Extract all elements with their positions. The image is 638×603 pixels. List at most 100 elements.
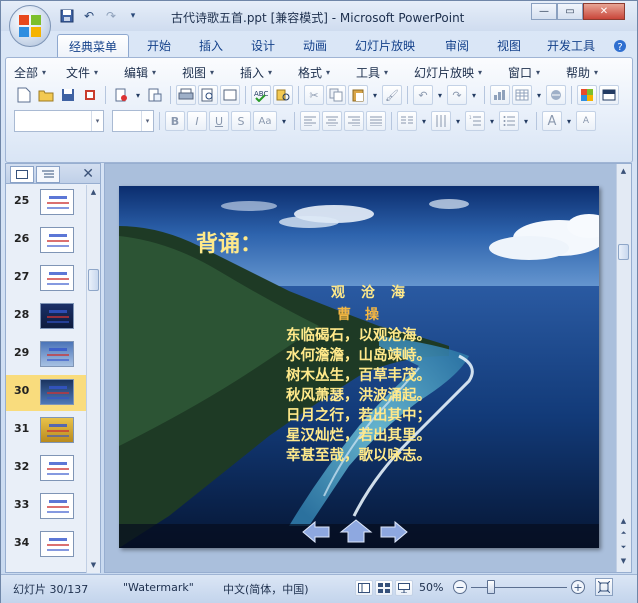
text-direction-icon[interactable] — [431, 111, 451, 131]
slide-thumbnail-item[interactable]: 32 — [6, 451, 86, 487]
shadow-button[interactable]: S — [231, 111, 251, 131]
slide-design-icon[interactable] — [599, 85, 619, 105]
align-center-icon[interactable] — [322, 111, 342, 131]
slide-thumbnail-item[interactable]: 33 — [6, 489, 86, 525]
slide-thumbnail-item[interactable]: 29 — [6, 337, 86, 373]
menu-help[interactable]: 帮助 ▾ — [566, 62, 612, 82]
print-preview-icon[interactable] — [145, 85, 165, 105]
font-name-combo[interactable]: ▾ — [14, 110, 104, 132]
undo-icon[interactable]: ↶ — [413, 85, 433, 105]
scroll-down-icon[interactable]: ▼ — [88, 559, 99, 571]
scroll-thumb[interactable] — [88, 269, 99, 291]
slide-sorter-icon[interactable] — [375, 580, 393, 596]
redo-icon[interactable]: ↷ — [447, 85, 467, 105]
fit-to-window-icon[interactable] — [595, 578, 613, 596]
permission-icon[interactable] — [80, 85, 100, 105]
slide-thumbnail-item[interactable]: 28 — [6, 299, 86, 335]
zoom-slider-thumb[interactable] — [487, 580, 495, 594]
numbering-icon[interactable]: 1 — [465, 111, 485, 131]
dropdown-icon[interactable]: ▾ — [534, 85, 544, 105]
dropdown-icon[interactable]: ▾ — [370, 85, 380, 105]
print-icon[interactable] — [176, 85, 196, 105]
menu-edit[interactable]: 编辑 ▾ — [124, 62, 182, 82]
zoom-slider-track[interactable] — [471, 587, 567, 588]
slideshow-view-icon[interactable] — [395, 580, 413, 596]
slides-tab-icon[interactable] — [10, 166, 34, 183]
tab-developer[interactable]: 开发工具 — [539, 34, 603, 57]
bullets-icon[interactable] — [499, 111, 519, 131]
paste-icon[interactable] — [348, 85, 368, 105]
open-folder-icon[interactable] — [36, 85, 56, 105]
slide-thumbnail[interactable] — [40, 341, 74, 367]
menu-window[interactable]: 窗口 ▾ — [508, 62, 566, 82]
justify-icon[interactable] — [366, 111, 386, 131]
hyperlink-icon[interactable] — [546, 85, 566, 105]
dropdown-icon[interactable]: ▾ — [453, 111, 463, 131]
dropdown-icon[interactable]: ▾ — [521, 111, 531, 131]
tab-animations[interactable]: 动画 — [295, 34, 335, 57]
table-icon[interactable] — [512, 85, 532, 105]
previous-arrow-icon[interactable] — [302, 520, 330, 544]
font-size-increase-button[interactable]: A — [576, 111, 596, 131]
slide-icon[interactable] — [220, 85, 240, 105]
menu-tools[interactable]: 工具 ▾ — [356, 62, 414, 82]
slide-thumbnail[interactable] — [40, 493, 74, 519]
font-color-button[interactable]: A — [542, 111, 562, 131]
menu-all[interactable]: 全部 ▾ — [14, 62, 66, 82]
slide-thumbnail[interactable] — [40, 531, 74, 557]
slide-vertical-scrollbar[interactable]: ▲ ▲ ⏶ ⏷ ▼ — [616, 164, 631, 572]
chart-icon[interactable] — [490, 85, 510, 105]
slide-thumbnail[interactable] — [40, 265, 74, 291]
save-icon[interactable] — [58, 85, 78, 105]
align-left-icon[interactable] — [300, 111, 320, 131]
change-case-button[interactable]: Aa — [253, 111, 277, 131]
slide-thumbnail[interactable] — [40, 227, 74, 253]
align-right-icon[interactable] — [344, 111, 364, 131]
tab-insert[interactable]: 插入 — [191, 34, 231, 57]
home-arrow-icon[interactable] — [339, 519, 373, 543]
email-icon[interactable] — [111, 85, 131, 105]
close-button[interactable]: ✕ — [583, 3, 625, 20]
maximize-button[interactable]: ▭ — [557, 3, 583, 20]
tab-view[interactable]: 视图 — [489, 34, 529, 57]
slide-thumbnail-item[interactable]: 31 — [6, 413, 86, 449]
menu-insert[interactable]: 插入 ▾ — [240, 62, 298, 82]
next-slide-icon[interactable]: ⏷ — [618, 542, 629, 552]
language-indicator[interactable]: 中文(简体，中国) — [223, 581, 309, 597]
tab-review[interactable]: 审阅 — [437, 34, 477, 57]
previous-slide-icon[interactable]: ⏶ — [618, 528, 629, 538]
menu-slideshow[interactable]: 幻灯片放映 ▾ — [414, 62, 508, 82]
scroll-up-icon[interactable]: ▲ — [618, 516, 629, 526]
dropdown-icon[interactable]: ▾ — [487, 111, 497, 131]
redo-icon[interactable]: ↷ — [103, 8, 119, 24]
color-grayscale-icon[interactable] — [577, 85, 597, 105]
new-document-icon[interactable] — [14, 85, 34, 105]
help-icon[interactable]: ? — [612, 38, 628, 54]
next-arrow-icon[interactable] — [380, 520, 408, 544]
scroll-up-icon[interactable]: ▲ — [618, 165, 629, 177]
dropdown-icon[interactable]: ▾ — [133, 85, 143, 105]
dropdown-icon[interactable]: ▾ — [435, 85, 445, 105]
menu-format[interactable]: 格式 ▾ — [298, 62, 356, 82]
outline-tab-icon[interactable] — [36, 166, 60, 183]
underline-button[interactable]: U — [209, 111, 229, 131]
dropdown-icon[interactable]: ▾ — [564, 111, 574, 131]
slide-thumbnail-item[interactable]: 30 — [6, 375, 86, 411]
bold-button[interactable]: B — [165, 111, 185, 131]
scroll-thumb[interactable] — [618, 244, 629, 260]
slide-thumbnail[interactable] — [40, 189, 74, 215]
slide-thumbnail-item[interactable]: 26 — [6, 223, 86, 259]
tab-design[interactable]: 设计 — [243, 34, 283, 57]
menu-file[interactable]: 文件 ▾ — [66, 62, 124, 82]
dropdown-icon[interactable]: ▾ — [125, 8, 141, 24]
dropdown-icon[interactable]: ▾ — [469, 85, 479, 105]
slide-thumbnail[interactable] — [40, 455, 74, 481]
italic-button[interactable]: I — [187, 111, 207, 131]
zoom-level[interactable]: 50% — [419, 581, 443, 594]
format-painter-icon[interactable]: 🖌 — [382, 85, 402, 105]
copy-icon[interactable] — [326, 85, 346, 105]
zoom-in-icon[interactable]: + — [571, 580, 585, 594]
normal-view-icon[interactable] — [355, 580, 373, 596]
spelling-icon[interactable]: ABC — [251, 85, 271, 105]
tab-home[interactable]: 开始 — [139, 34, 179, 57]
